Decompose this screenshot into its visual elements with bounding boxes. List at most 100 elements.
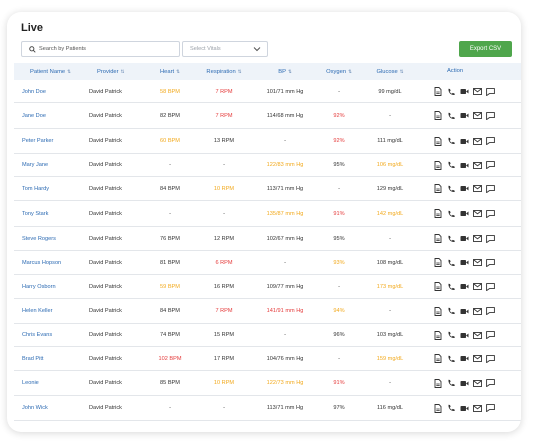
patient-name-link[interactable]: Helen Keller xyxy=(22,299,52,323)
mail-icon[interactable] xyxy=(472,282,482,292)
video-icon[interactable] xyxy=(459,111,469,121)
patient-name-link[interactable]: Leonie xyxy=(22,371,39,395)
video-icon[interactable] xyxy=(459,258,469,268)
chat-icon[interactable] xyxy=(485,87,495,97)
export-csv-button[interactable]: Export CSV xyxy=(459,41,512,57)
video-icon[interactable] xyxy=(459,160,469,170)
phone-icon[interactable] xyxy=(446,282,456,292)
sort-icon[interactable]: ⇅ xyxy=(288,69,292,74)
search-input[interactable] xyxy=(37,46,174,52)
chat-icon[interactable] xyxy=(485,184,495,194)
sort-icon[interactable]: ⇅ xyxy=(121,69,125,74)
patient-name-link[interactable]: Chris Evans xyxy=(22,324,52,346)
phone-icon[interactable] xyxy=(446,258,456,268)
sort-icon[interactable]: ⇅ xyxy=(67,69,71,74)
patient-name-link[interactable]: John Wick xyxy=(22,396,48,420)
sort-icon[interactable]: ⇅ xyxy=(238,69,242,74)
document-icon[interactable] xyxy=(433,136,443,146)
document-icon[interactable] xyxy=(433,330,443,340)
sort-icon[interactable]: ⇅ xyxy=(176,69,180,74)
document-icon[interactable] xyxy=(433,282,443,292)
document-icon[interactable] xyxy=(433,184,443,194)
mail-icon[interactable] xyxy=(472,354,482,364)
column-header-heart[interactable]: Heart ⇅ xyxy=(160,63,180,80)
patient-name-link[interactable]: Marcus Hopson xyxy=(22,251,61,274)
table-row[interactable]: Helen Keller David Patrick 84 BPM 7 RPM 141/… xyxy=(14,299,521,324)
table-row[interactable]: Chris Evans David Patrick 74 BPM 15 RPM - 96%… xyxy=(14,324,521,347)
mail-icon[interactable] xyxy=(472,306,482,316)
video-icon[interactable] xyxy=(459,403,469,413)
mail-icon[interactable] xyxy=(472,378,482,388)
chat-icon[interactable] xyxy=(485,209,495,219)
phone-icon[interactable] xyxy=(446,184,456,194)
column-header-glucose[interactable]: Glucose ⇅ xyxy=(376,63,403,80)
chat-icon[interactable] xyxy=(485,330,495,340)
mail-icon[interactable] xyxy=(472,234,482,244)
sort-icon[interactable]: ⇅ xyxy=(400,69,404,74)
video-icon[interactable] xyxy=(459,282,469,292)
phone-icon[interactable] xyxy=(446,354,456,364)
patient-name-link[interactable]: Jane Doe xyxy=(22,103,46,128)
mail-icon[interactable] xyxy=(472,160,482,170)
table-row[interactable]: Mary Jane David Patrick - - 122/83 mm Hg 95% 1… xyxy=(14,154,521,177)
document-icon[interactable] xyxy=(433,111,443,121)
table-row[interactable]: Jane Doe David Patrick 82 BPM 7 RPM 114/68 m… xyxy=(14,103,521,129)
chat-icon[interactable] xyxy=(485,136,495,146)
mail-icon[interactable] xyxy=(472,136,482,146)
patient-name-link[interactable]: Tony Stark xyxy=(22,201,48,226)
patient-name-link[interactable]: Harry Osborn xyxy=(22,275,56,298)
sort-icon[interactable]: ⇅ xyxy=(348,69,352,74)
chat-icon[interactable] xyxy=(485,282,495,292)
video-icon[interactable] xyxy=(459,306,469,316)
phone-icon[interactable] xyxy=(446,378,456,388)
table-row[interactable]: Harry Osborn David Patrick 59 BPM 16 RPM 109… xyxy=(14,275,521,299)
chat-icon[interactable] xyxy=(485,378,495,388)
patient-name-link[interactable]: Mary Jane xyxy=(22,154,48,176)
video-icon[interactable] xyxy=(459,354,469,364)
search-box[interactable] xyxy=(21,41,180,57)
mail-icon[interactable] xyxy=(472,111,482,121)
phone-icon[interactable] xyxy=(446,209,456,219)
table-row[interactable]: Steve Rogers David Patrick 76 BPM 12 RPM 102… xyxy=(14,227,521,251)
video-icon[interactable] xyxy=(459,209,469,219)
patient-name-link[interactable]: Brad Pitt xyxy=(22,347,43,370)
document-icon[interactable] xyxy=(433,354,443,364)
phone-icon[interactable] xyxy=(446,160,456,170)
video-icon[interactable] xyxy=(459,184,469,194)
video-icon[interactable] xyxy=(459,378,469,388)
mail-icon[interactable] xyxy=(472,184,482,194)
column-header-provider[interactable]: Provider ⇅ xyxy=(97,63,124,80)
patient-name-link[interactable]: Peter Parker xyxy=(22,129,53,153)
document-icon[interactable] xyxy=(433,234,443,244)
table-row[interactable]: Leonie David Patrick 85 BPM 10 RPM 122/73 mm… xyxy=(14,371,521,396)
phone-icon[interactable] xyxy=(446,234,456,244)
video-icon[interactable] xyxy=(459,234,469,244)
document-icon[interactable] xyxy=(433,378,443,388)
phone-icon[interactable] xyxy=(446,111,456,121)
column-header-bp[interactable]: BP ⇅ xyxy=(278,63,292,80)
phone-icon[interactable] xyxy=(446,330,456,340)
column-header-patient-name[interactable]: Patient Name ⇅ xyxy=(30,63,71,80)
chat-icon[interactable] xyxy=(485,160,495,170)
video-icon[interactable] xyxy=(459,330,469,340)
video-icon[interactable] xyxy=(459,87,469,97)
table-row[interactable]: Peter Parker David Patrick 60 BPM 13 RPM - 92… xyxy=(14,129,521,154)
table-row[interactable]: John Doe David Patrick 58 BPM 7 RPM 101/71 m… xyxy=(14,81,521,103)
chat-icon[interactable] xyxy=(485,111,495,121)
table-row[interactable]: Tom Hardy David Patrick 84 BPM 10 RPM 113/71… xyxy=(14,177,521,201)
phone-icon[interactable] xyxy=(446,136,456,146)
column-header-oxygen[interactable]: Oxygen ⇅ xyxy=(326,63,352,80)
chat-icon[interactable] xyxy=(485,234,495,244)
phone-icon[interactable] xyxy=(446,306,456,316)
table-row[interactable]: John Wick David Patrick - - 113/71 mm Hg 97% 1… xyxy=(14,396,521,421)
patient-name-link[interactable]: John Doe xyxy=(22,81,46,102)
patient-name-link[interactable]: Tom Hardy xyxy=(22,177,49,200)
chat-icon[interactable] xyxy=(485,306,495,316)
chat-icon[interactable] xyxy=(485,403,495,413)
chat-icon[interactable] xyxy=(485,258,495,268)
document-icon[interactable] xyxy=(433,403,443,413)
table-row[interactable]: Tony Stark David Patrick - - 135/87 mm Hg 91%… xyxy=(14,201,521,227)
table-row[interactable]: Marcus Hopson David Patrick 81 BPM 6 RPM - 93… xyxy=(14,251,521,275)
document-icon[interactable] xyxy=(433,160,443,170)
phone-icon[interactable] xyxy=(446,87,456,97)
